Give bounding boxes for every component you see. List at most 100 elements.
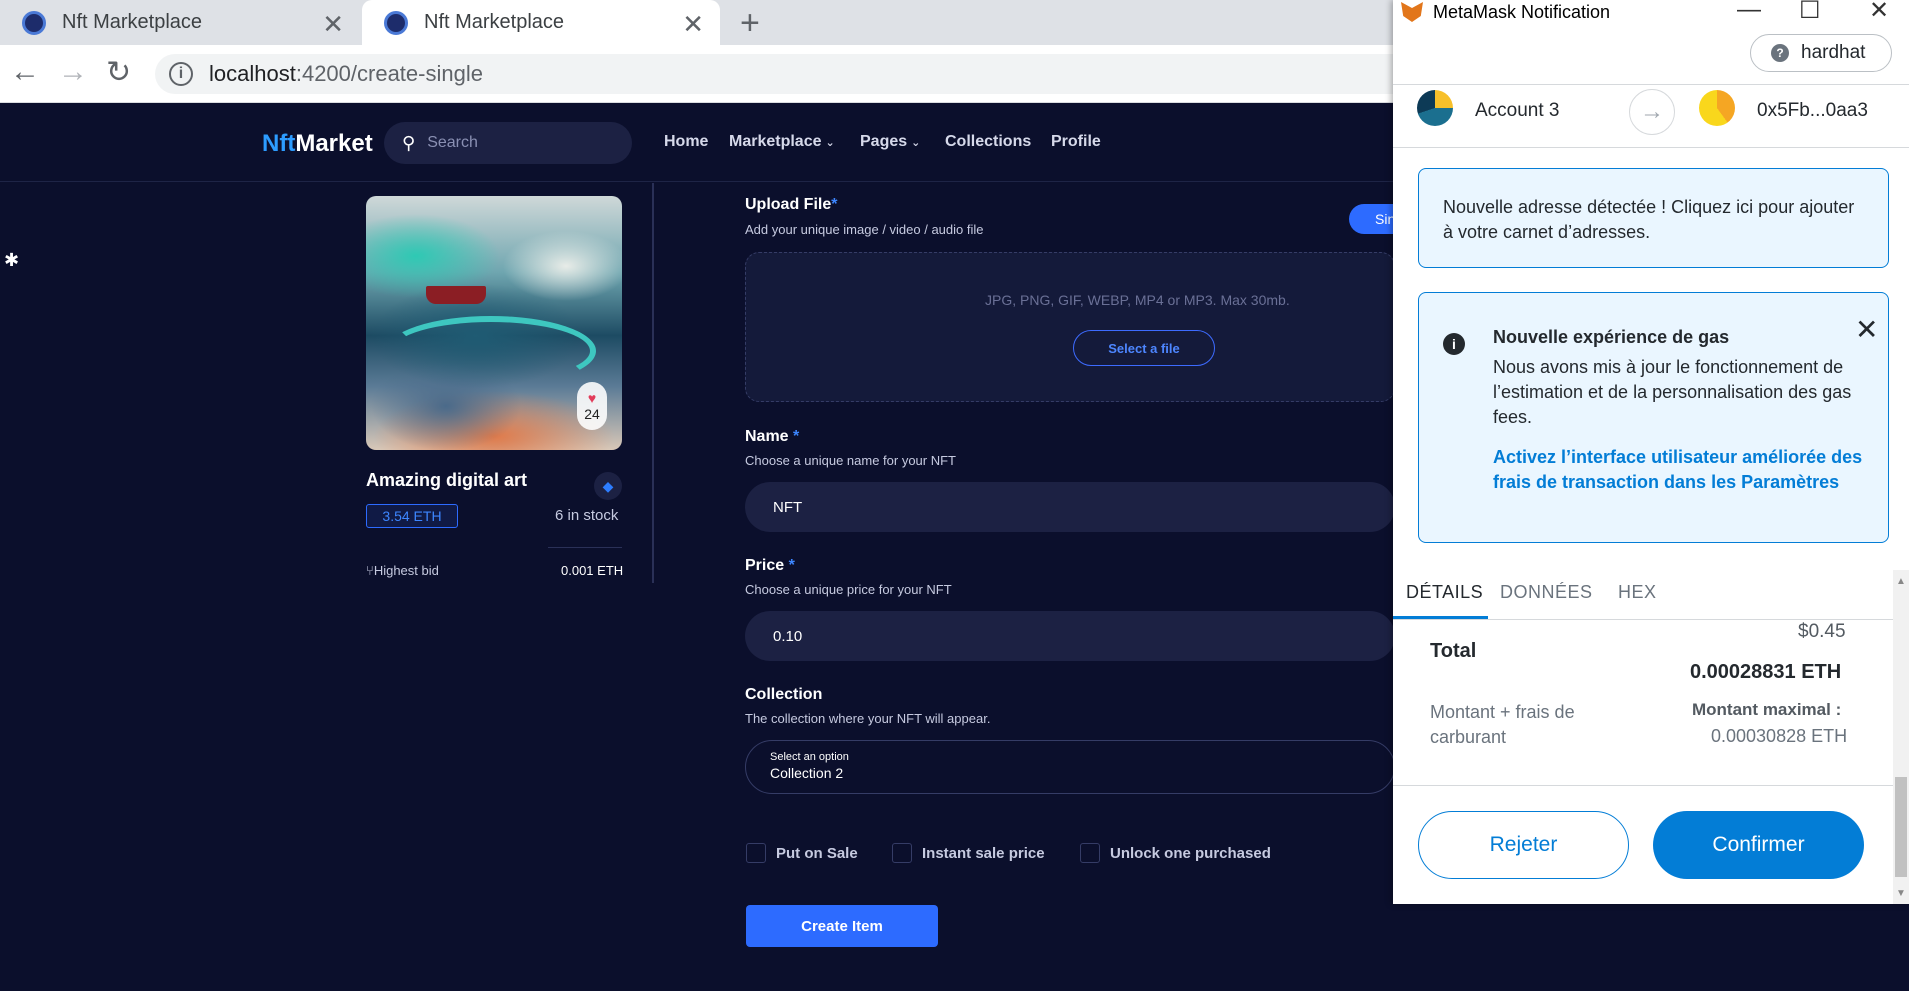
nav-collections[interactable]: Collections <box>945 133 1031 151</box>
total-usd: $0.45 <box>1798 621 1846 642</box>
info-icon: i <box>1443 333 1465 355</box>
auction-icon: ⑂ <box>366 563 374 578</box>
to-account-avatar <box>1699 90 1735 126</box>
browser-tab[interactable]: Nft Marketplace ✕ <box>0 0 360 45</box>
nav-home[interactable]: Home <box>664 133 708 151</box>
upload-types: JPG, PNG, GIF, WEBP, MP4 or MP3. Max 30m… <box>985 292 1290 308</box>
close-window-icon[interactable]: ✕ <box>1869 0 1889 25</box>
nav-profile[interactable]: Profile <box>1051 133 1101 151</box>
max-amount-value: 0.00030828 ETH <box>1711 726 1848 746</box>
reject-button[interactable]: Rejeter <box>1418 811 1629 879</box>
url-input[interactable]: i localhost:4200/create-single <box>155 54 1455 94</box>
chevron-down-icon: ⌄ <box>911 137 921 149</box>
tab-details[interactable]: DÉTAILS <box>1406 582 1483 603</box>
gear-icon[interactable]: ✱ <box>4 250 19 271</box>
price-input[interactable]: 0.10 <box>745 611 1395 661</box>
search-icon: ⚲ <box>402 132 416 153</box>
new-address-notice[interactable]: Nouvelle adresse détectée ! Cliquez ici … <box>1418 168 1889 268</box>
transaction-tabs: DÉTAILS DONNÉES HEX <box>1393 570 1893 620</box>
total-eth: 0.00028831 ETH <box>1690 661 1842 683</box>
from-account-avatar <box>1417 90 1453 126</box>
maximize-icon[interactable]: ☐ <box>1799 0 1821 25</box>
checkbox[interactable] <box>746 843 766 863</box>
info-icon[interactable]: i <box>169 62 193 86</box>
instant-sale-checkbox[interactable]: Instant sale price <box>892 843 1045 863</box>
gas-settings-link[interactable]: Activez l’interface utilisateur amélioré… <box>1493 445 1873 495</box>
network-name: hardhat <box>1801 42 1866 63</box>
forward-arrow-icon[interactable]: → <box>58 55 88 89</box>
close-icon[interactable]: ✕ <box>1855 313 1878 346</box>
to-address[interactable]: 0x5Fb...0aa3 <box>1757 100 1868 122</box>
scroll-down-icon[interactable]: ▼ <box>1896 888 1906 899</box>
price-badge: 3.54 ETH <box>366 504 458 528</box>
scroll-up-icon[interactable]: ▲ <box>1896 576 1906 587</box>
select-file-button[interactable]: Select a file <box>1073 330 1215 366</box>
unlock-purchased-checkbox[interactable]: Unlock one purchased <box>1080 843 1271 863</box>
back-arrow-icon[interactable]: ← <box>10 55 40 89</box>
metamask-fox-icon <box>1401 2 1423 22</box>
like-count: 24 <box>584 406 600 422</box>
column-divider <box>652 183 654 583</box>
put-on-sale-checkbox[interactable]: Put on Sale <box>746 843 858 863</box>
gas-notice-title: Nouvelle expérience de gas <box>1493 327 1730 347</box>
close-tab-icon[interactable]: ✕ <box>322 9 344 40</box>
site-favicon-icon <box>384 10 408 35</box>
browser-tab-active[interactable]: Nft Marketplace ✕ <box>362 0 720 45</box>
price-hint: Choose a unique price for your NFT <box>745 582 952 597</box>
price-label: Price * <box>745 557 795 574</box>
total-label: Total <box>1430 640 1477 662</box>
selected-collection: Collection 2 <box>770 765 844 781</box>
checkbox[interactable] <box>892 843 912 863</box>
heart-icon: ♥ <box>587 390 597 406</box>
nav-pages[interactable]: Pages ⌄ <box>860 133 920 151</box>
amount-plus-fees-label: Montant + frais de carburant <box>1430 702 1575 747</box>
metamask-titlebar: MetaMask Notification — ☐ ✕ <box>1393 0 1909 24</box>
tab-title: Nft Marketplace <box>424 11 565 33</box>
nft-title: Amazing digital art <box>366 470 528 490</box>
divider <box>548 547 622 548</box>
gas-notice-body: Nous avons mis à jour le fonctionnement … <box>1493 357 1852 427</box>
stock-count: 6 in stock <box>555 507 619 524</box>
name-input[interactable]: NFT <box>745 482 1395 532</box>
search-input[interactable]: ⚲ Search <box>384 122 632 164</box>
ethereum-icon: ◆ <box>594 472 622 500</box>
tab-title: Nft Marketplace <box>62 11 203 33</box>
network-selector[interactable]: ? hardhat <box>1750 34 1892 72</box>
highest-bid-label: ⑂Highest bid <box>366 563 439 578</box>
url-host: localhost <box>209 61 296 86</box>
url-path: :4200/create-single <box>295 61 483 86</box>
name-label: Name * <box>745 428 800 445</box>
like-badge[interactable]: ♥ 24 <box>577 382 607 430</box>
collection-select[interactable]: Select an option Collection 2 <box>745 740 1395 794</box>
max-amount-label: Montant maximal : <box>1692 700 1842 719</box>
new-tab-icon[interactable]: + <box>740 4 760 43</box>
nft-art-wave <box>386 316 596 386</box>
select-caption: Select an option <box>770 751 849 763</box>
tab-hex[interactable]: HEX <box>1618 582 1657 603</box>
from-account-name: Account 3 <box>1475 100 1560 121</box>
active-tab-indicator <box>1393 616 1488 619</box>
chevron-down-icon: ⌄ <box>825 137 835 149</box>
divider <box>1393 785 1893 786</box>
create-item-button[interactable]: Create Item <box>746 905 938 947</box>
confirm-button[interactable]: Confirmer <box>1653 811 1864 879</box>
minimize-icon[interactable]: — <box>1737 0 1761 24</box>
question-icon: ? <box>1771 44 1789 62</box>
nav-marketplace[interactable]: Marketplace ⌄ <box>729 133 835 151</box>
collection-label: Collection <box>745 686 823 703</box>
window-title: MetaMask Notification <box>1433 1 1611 22</box>
close-tab-icon[interactable]: ✕ <box>682 9 704 40</box>
tab-data[interactable]: DONNÉES <box>1500 582 1593 603</box>
name-hint: Choose a unique name for your NFT <box>745 453 956 468</box>
site-favicon-icon <box>22 10 46 35</box>
highest-bid-value: 0.001 ETH <box>561 563 624 578</box>
reload-icon[interactable]: ↻ <box>106 55 131 90</box>
search-placeholder: Search <box>427 134 478 151</box>
gas-experience-notice: i Nouvelle expérience de gas ✕ Nous avon… <box>1418 292 1889 543</box>
upload-dropzone[interactable] <box>745 252 1395 402</box>
upload-hint: Add your unique image / video / audio fi… <box>745 222 984 237</box>
scrollbar-thumb[interactable] <box>1895 777 1907 877</box>
site-logo[interactable]: NftMarket <box>262 130 373 158</box>
collection-hint: The collection where your NFT will appea… <box>745 711 991 726</box>
checkbox[interactable] <box>1080 843 1100 863</box>
